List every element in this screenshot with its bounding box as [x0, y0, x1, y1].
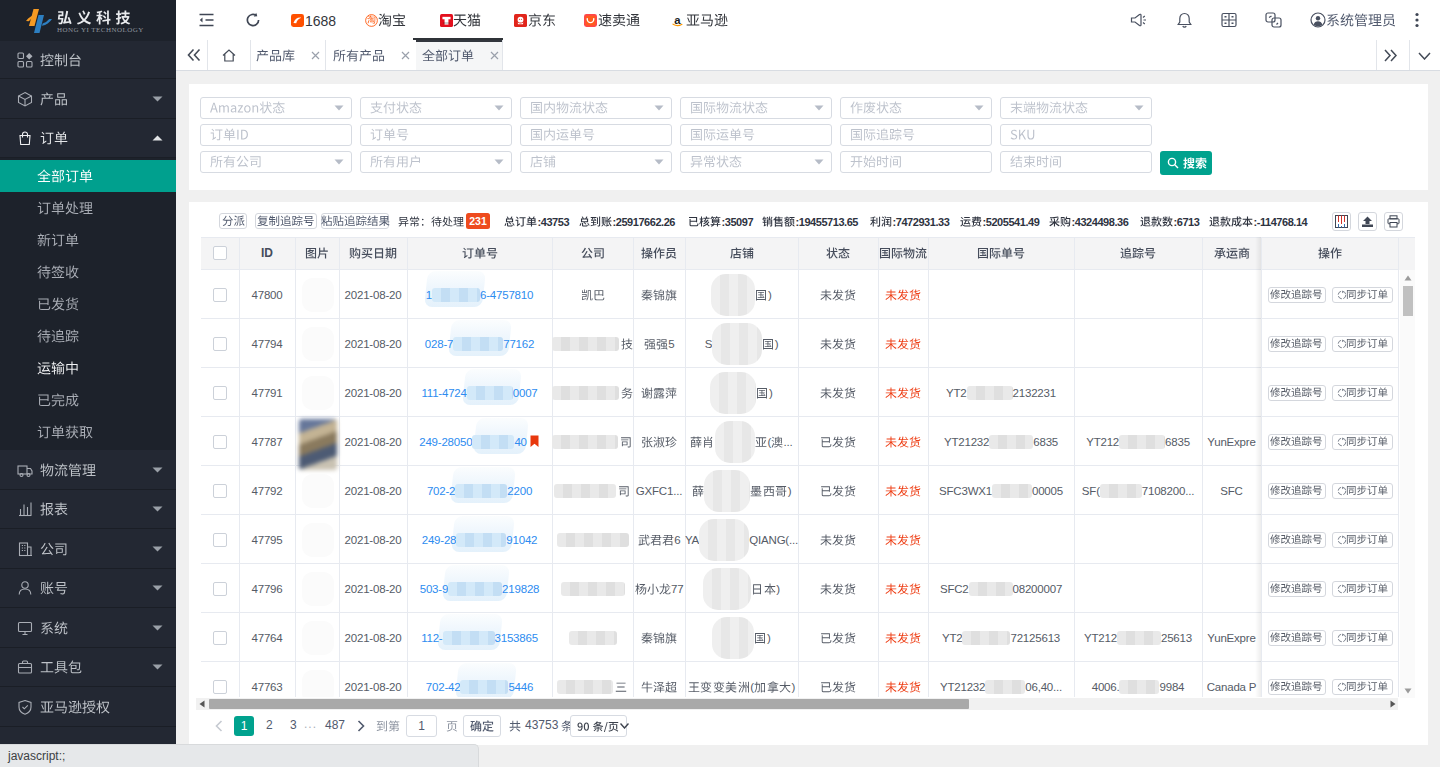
svg-text:a: a [674, 14, 681, 26]
